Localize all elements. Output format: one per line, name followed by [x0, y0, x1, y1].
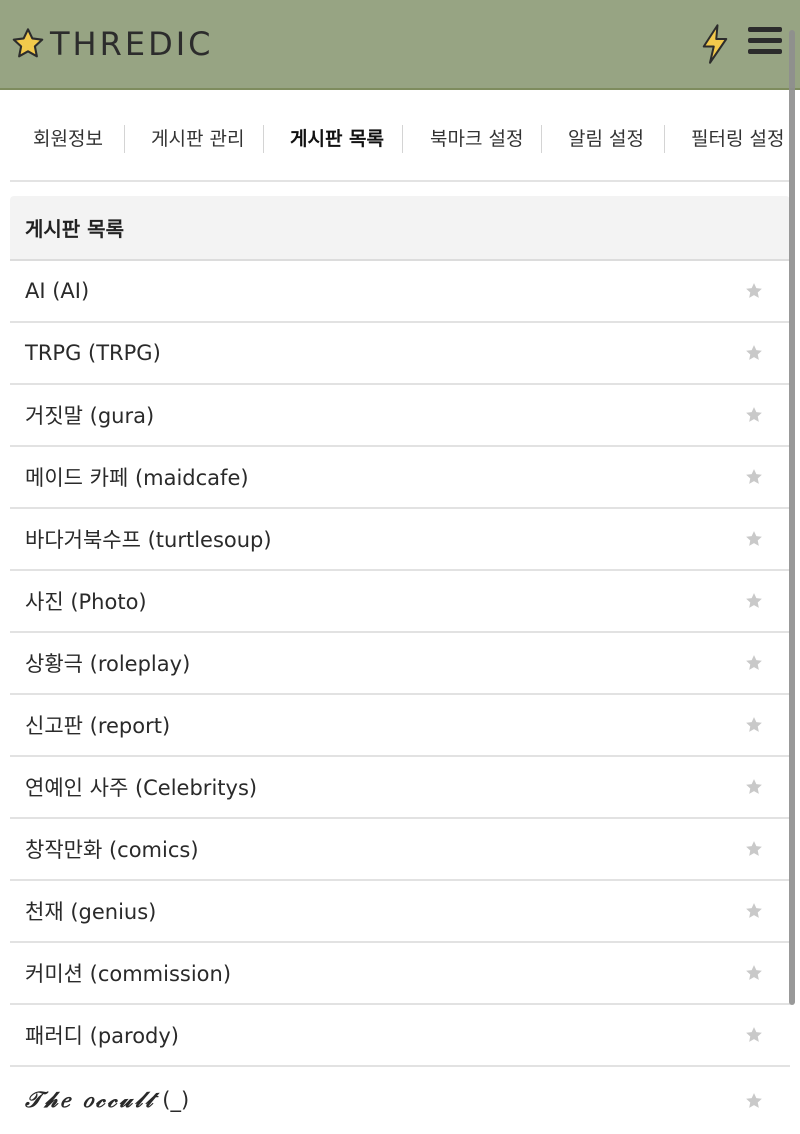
tab-divider	[124, 125, 125, 153]
board-name-styled: 𝒯𝒽𝑒 𝑜𝒸𝒸𝓊𝓁𝓉	[25, 1087, 156, 1113]
board-list-item[interactable]: 바다거북수프 (turtlesoup)	[10, 509, 790, 571]
board-name: TRPG (TRPG)	[25, 341, 161, 365]
board-list-item[interactable]: 𝒯𝒽𝑒 𝑜𝒸𝒸𝓊𝓁𝓉 (_)	[10, 1067, 790, 1133]
board-list: 게시판 목록 AI (AI) TRPG (TRPG) 거짓말 (gura) 메이드 카…	[10, 196, 790, 1133]
board-name-suffix: (_)	[155, 1088, 190, 1112]
board-list-item[interactable]: AI (AI)	[10, 261, 790, 323]
tab-divider	[541, 125, 542, 153]
board-name: 연예인 사주 (Celebritys)	[25, 776, 258, 800]
bookmark-star-icon[interactable]	[744, 653, 764, 673]
board-list-item[interactable]: 연예인 사주 (Celebritys)	[10, 757, 790, 819]
bookmark-star-icon[interactable]	[744, 715, 764, 735]
account-tabs: 회원정보 게시판 관리 게시판 목록 북마크 설정 알림 설정 필터링 설정	[10, 90, 790, 182]
top-navbar: THREDIC	[0, 0, 800, 90]
bookmark-star-icon[interactable]	[744, 529, 764, 549]
site-logo-text: THREDIC	[50, 25, 214, 63]
site-logo[interactable]: THREDIC	[10, 24, 213, 64]
bookmark-star-icon[interactable]	[744, 963, 764, 983]
tab-filtering-settings[interactable]: 필터링 설정	[691, 124, 784, 151]
board-list-item[interactable]: 상황극 (roleplay)	[10, 633, 790, 695]
tab-divider	[664, 125, 665, 153]
board-name: 사진 (Photo)	[25, 590, 147, 614]
board-list-item[interactable]: 패러디 (parody)	[10, 1005, 790, 1067]
bookmark-star-icon[interactable]	[744, 591, 764, 611]
bookmark-star-icon[interactable]	[744, 839, 764, 859]
scrollbar[interactable]	[789, 30, 795, 1005]
bookmark-star-icon[interactable]	[744, 1091, 764, 1111]
tab-notification-settings[interactable]: 알림 설정	[568, 124, 644, 151]
board-name: 창작만화 (comics)	[25, 838, 199, 862]
lightning-icon[interactable]	[700, 24, 730, 64]
tab-divider	[263, 125, 264, 153]
bookmark-star-icon[interactable]	[744, 467, 764, 487]
bookmark-star-icon[interactable]	[744, 343, 764, 363]
board-list-item[interactable]: 메이드 카페 (maidcafe)	[10, 447, 790, 509]
board-list-item[interactable]: 사진 (Photo)	[10, 571, 790, 633]
board-list-item[interactable]: 천재 (genius)	[10, 881, 790, 943]
board-list-item[interactable]: 창작만화 (comics)	[10, 819, 790, 881]
board-list-item[interactable]: TRPG (TRPG)	[10, 323, 790, 385]
board-list-item[interactable]: 신고판 (report)	[10, 695, 790, 757]
bookmark-star-icon[interactable]	[744, 1025, 764, 1045]
tab-divider	[402, 125, 403, 153]
board-name: 신고판 (report)	[25, 714, 171, 738]
board-name: 𝒯𝒽𝑒 𝑜𝒸𝒸𝓊𝓁𝓉 (_)	[25, 1087, 189, 1113]
hamburger-menu-icon[interactable]	[748, 27, 782, 59]
board-name: 바다거북수프 (turtlesoup)	[25, 528, 272, 552]
bookmark-star-icon[interactable]	[744, 281, 764, 301]
bookmark-star-icon[interactable]	[744, 777, 764, 797]
tab-board-management[interactable]: 게시판 관리	[151, 124, 244, 151]
board-name: AI (AI)	[25, 279, 90, 303]
bookmark-star-icon[interactable]	[744, 405, 764, 425]
board-name: 패러디 (parody)	[25, 1024, 179, 1048]
board-name: 천재 (genius)	[25, 900, 157, 924]
tab-board-list[interactable]: 게시판 목록	[290, 124, 384, 151]
tab-bookmark-settings[interactable]: 북마크 설정	[430, 124, 523, 151]
board-list-title: 게시판 목록	[10, 196, 790, 261]
board-name: 상황극 (roleplay)	[25, 652, 191, 676]
tab-member-info[interactable]: 회원정보	[33, 124, 103, 151]
bookmark-star-icon[interactable]	[744, 901, 764, 921]
board-name: 커미션 (commission)	[25, 962, 232, 986]
board-name: 메이드 카페 (maidcafe)	[25, 466, 249, 490]
board-list-item[interactable]: 커미션 (commission)	[10, 943, 790, 1005]
star-logo-icon	[12, 28, 44, 58]
board-list-item[interactable]: 거짓말 (gura)	[10, 385, 790, 447]
board-name: 거짓말 (gura)	[25, 404, 155, 428]
